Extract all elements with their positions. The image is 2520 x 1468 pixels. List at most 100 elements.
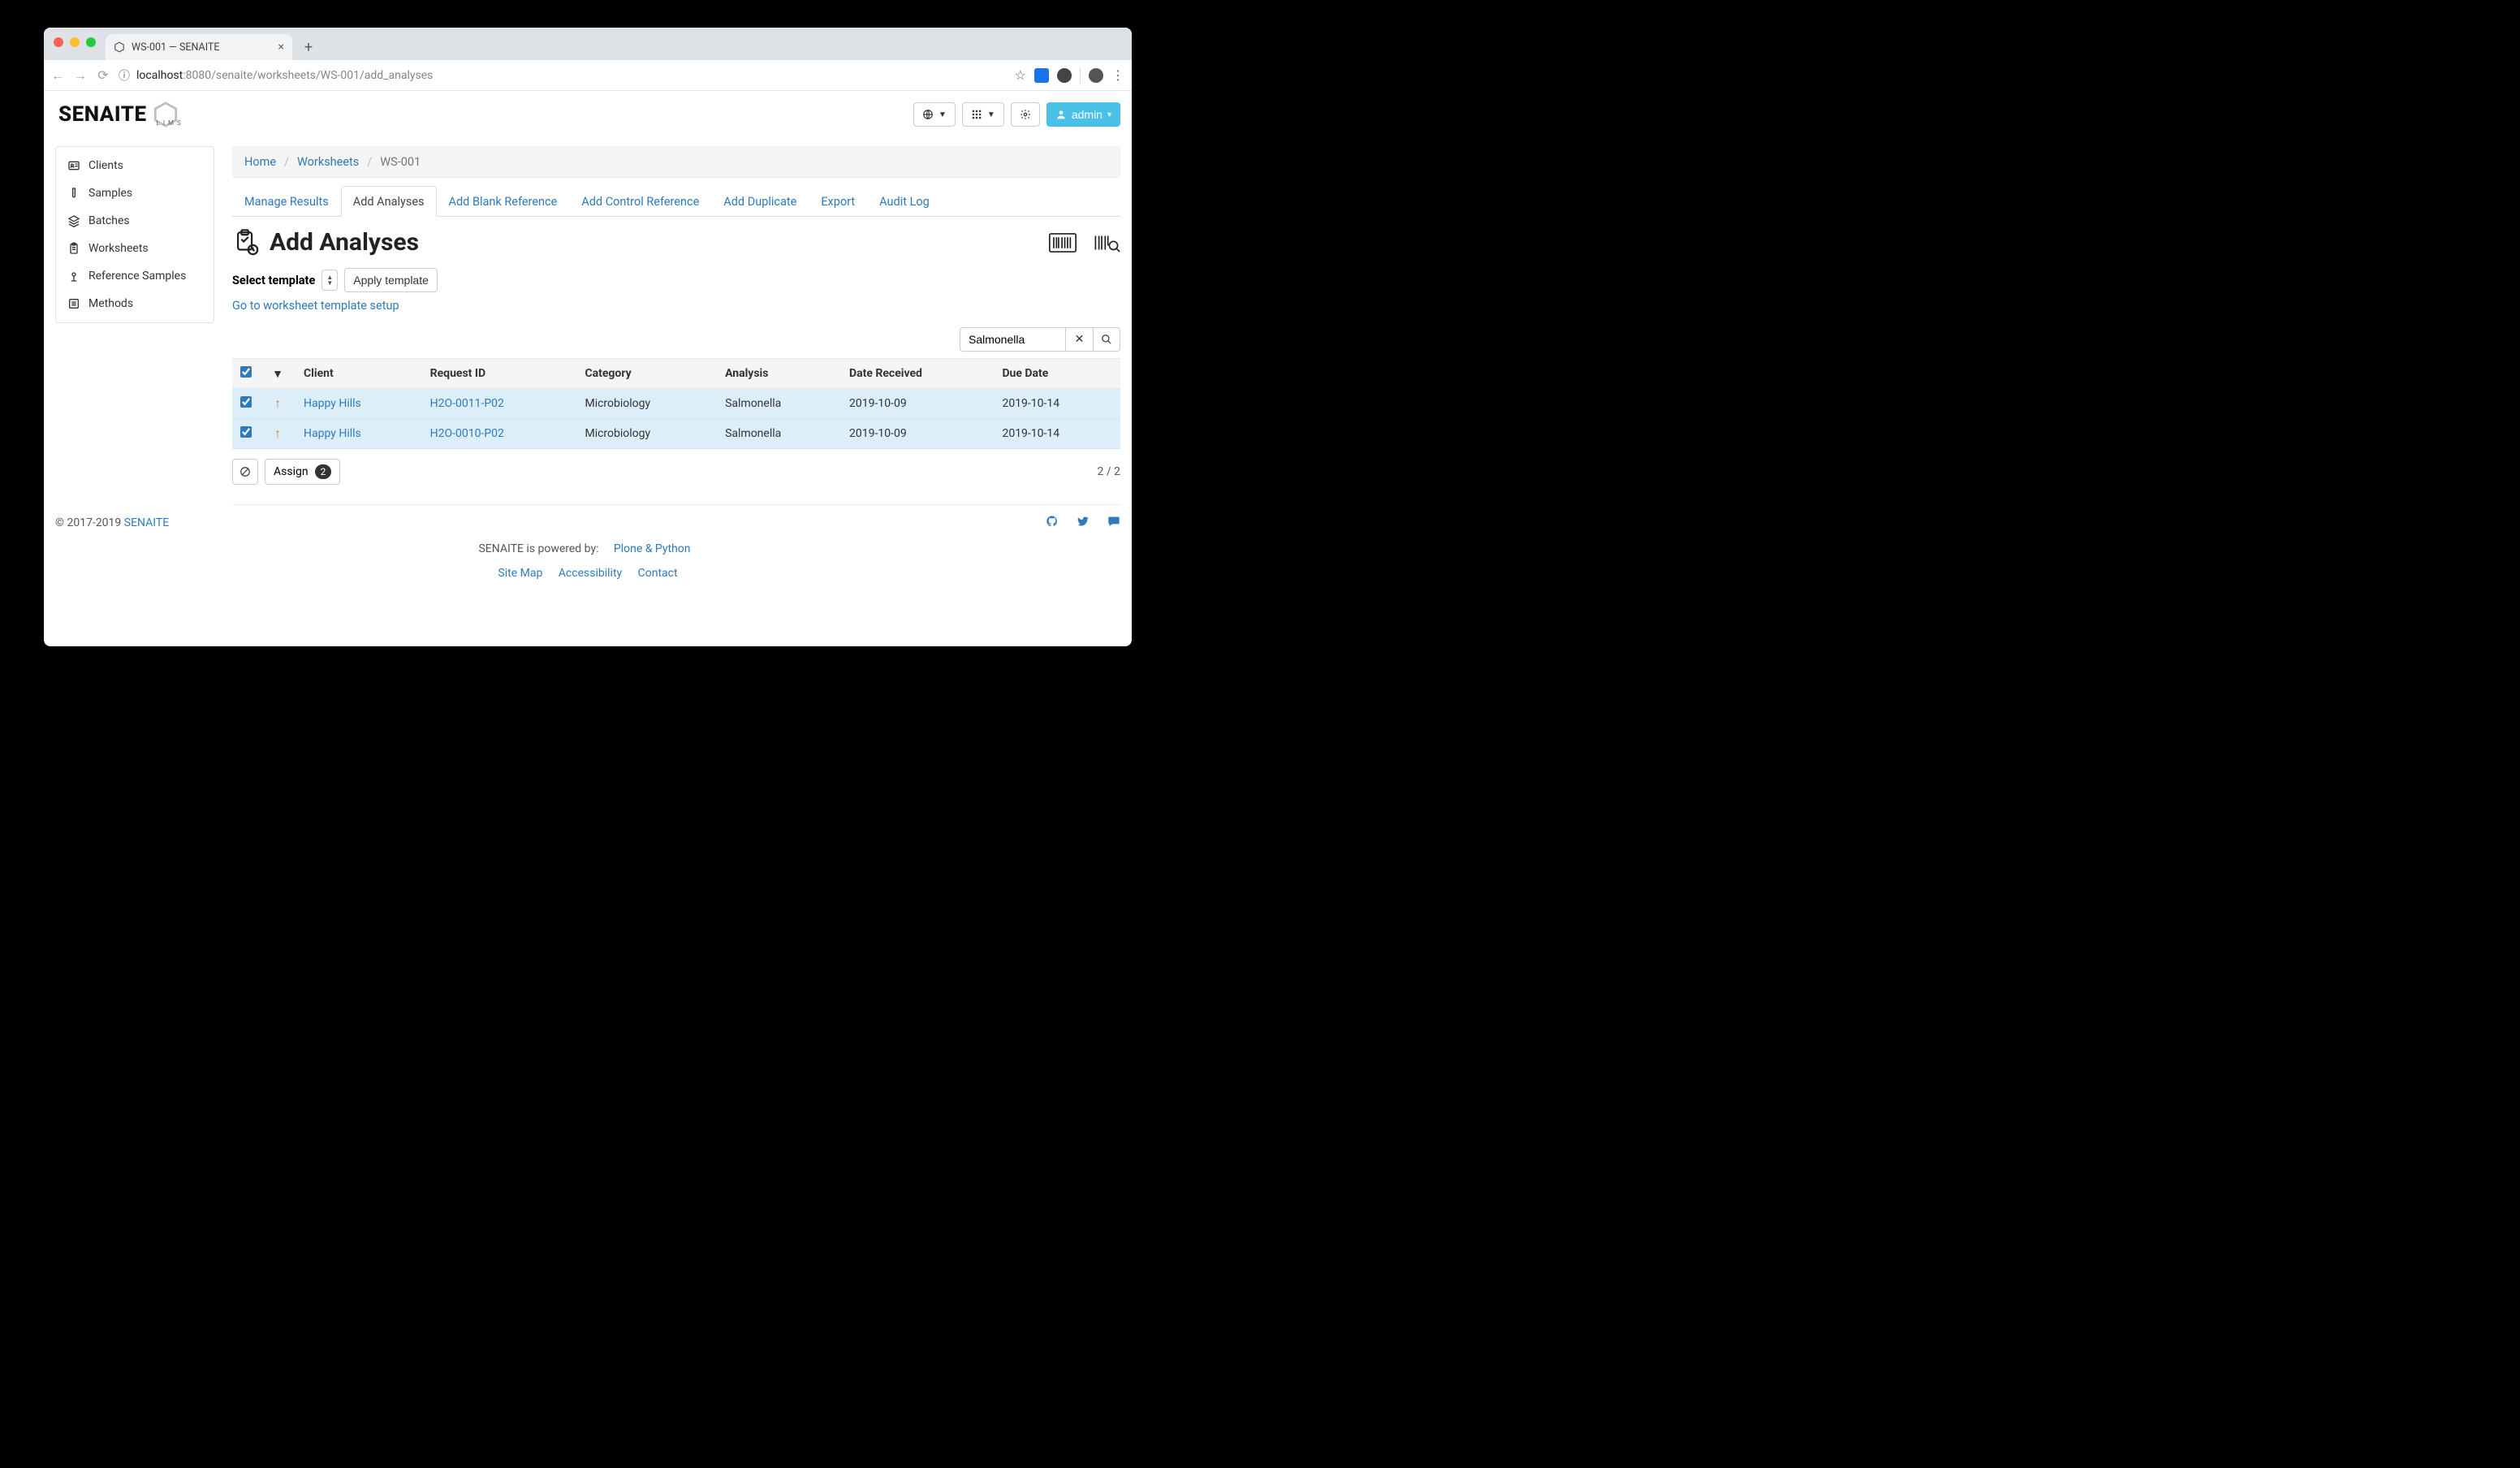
profile-avatar-icon[interactable] bbox=[1089, 68, 1103, 83]
nav-batches[interactable]: Batches bbox=[56, 207, 214, 235]
request-link[interactable]: H2O-0010-P02 bbox=[430, 427, 504, 440]
page-heading-row: Add Analyses bbox=[232, 228, 1120, 257]
list-icon bbox=[67, 297, 80, 310]
nav-methods[interactable]: Methods bbox=[56, 290, 214, 317]
extension-icon[interactable] bbox=[1057, 68, 1072, 83]
pin-icon bbox=[67, 270, 80, 283]
tab-manage-results[interactable]: Manage Results bbox=[232, 186, 341, 217]
breadcrumb-separator: / bbox=[367, 155, 372, 169]
analyses-table: ▼ Client Request ID Category Analysis Da… bbox=[232, 358, 1120, 449]
site-info-icon[interactable]: ⓘ bbox=[119, 67, 130, 84]
received-header[interactable]: Date Received bbox=[841, 359, 994, 389]
analysis-header[interactable]: Analysis bbox=[717, 359, 841, 389]
vial-icon bbox=[67, 187, 80, 200]
extension-icon[interactable] bbox=[1034, 68, 1049, 83]
sitemap-link[interactable]: Site Map bbox=[498, 567, 542, 580]
search-input[interactable] bbox=[960, 327, 1065, 352]
new-tab-button[interactable]: + bbox=[297, 36, 320, 58]
search-group: ✕ bbox=[960, 327, 1120, 352]
breadcrumb-worksheets[interactable]: Worksheets bbox=[297, 155, 359, 169]
contact-link[interactable]: Contact bbox=[638, 567, 678, 580]
window-controls bbox=[54, 37, 96, 47]
apps-button[interactable]: ▼ bbox=[962, 102, 1004, 127]
nav-label: Samples bbox=[88, 187, 132, 200]
chat-link[interactable] bbox=[1107, 515, 1120, 531]
back-icon[interactable]: ← bbox=[50, 67, 65, 84]
tab-add-analyses[interactable]: Add Analyses bbox=[341, 186, 437, 217]
copyright-text: © 2017-2019 bbox=[55, 516, 124, 529]
footer-brand-link[interactable]: SENAITE bbox=[124, 516, 169, 529]
analysis-cell: Salmonella bbox=[717, 419, 841, 449]
category-cell: Microbiology bbox=[576, 389, 717, 419]
url-path: /senaite/worksheets/WS-001/add_analyses bbox=[211, 69, 433, 82]
maximize-window-icon[interactable] bbox=[86, 37, 96, 47]
search-button[interactable] bbox=[1093, 327, 1120, 352]
priority-up-icon: ↑ bbox=[274, 425, 281, 441]
apply-template-button[interactable]: Apply template bbox=[344, 268, 438, 292]
breadcrumb-home[interactable]: Home bbox=[244, 155, 276, 169]
settings-button[interactable] bbox=[1011, 102, 1040, 127]
row-checkbox[interactable] bbox=[240, 396, 252, 408]
request-header[interactable]: Request ID bbox=[422, 359, 577, 389]
plone-link[interactable]: Plone & Python bbox=[614, 542, 691, 555]
clear-selection-button[interactable] bbox=[232, 459, 258, 485]
cancel-icon bbox=[239, 466, 251, 477]
user-menu-button[interactable]: admin ▾ bbox=[1046, 102, 1120, 127]
bookmark-icon[interactable]: ☆ bbox=[1015, 67, 1026, 83]
sort-header[interactable]: ▼ bbox=[260, 359, 296, 389]
client-link[interactable]: Happy Hills bbox=[304, 427, 361, 440]
content-tabs: Manage Results Add Analyses Add Blank Re… bbox=[232, 186, 1120, 217]
barcode-search-icon[interactable] bbox=[1093, 232, 1120, 253]
browser-menu-icon[interactable]: ⋮ bbox=[1111, 67, 1125, 83]
barcode-icon[interactable] bbox=[1049, 232, 1077, 253]
category-header[interactable]: Category bbox=[576, 359, 717, 389]
tab-add-duplicate[interactable]: Add Duplicate bbox=[711, 186, 809, 217]
tab-audit-log[interactable]: Audit Log bbox=[867, 186, 942, 217]
due-header[interactable]: Due Date bbox=[994, 359, 1120, 389]
forward-icon[interactable]: → bbox=[73, 67, 88, 84]
select-all-checkbox[interactable] bbox=[240, 366, 252, 378]
main-content: Home / Worksheets / WS-001 Manage Result… bbox=[232, 146, 1120, 515]
reload-icon[interactable]: ⟳ bbox=[96, 67, 110, 83]
nav-worksheets[interactable]: Worksheets bbox=[56, 235, 214, 262]
client-header[interactable]: Client bbox=[296, 359, 422, 389]
footer: © 2017-2019 SENAITE SENAITE is powered b… bbox=[55, 515, 1120, 580]
paging-label: 2 / 2 bbox=[1098, 465, 1120, 478]
tab-add-blank-reference[interactable]: Add Blank Reference bbox=[437, 186, 570, 217]
nav-clients[interactable]: Clients bbox=[56, 152, 214, 179]
close-tab-icon[interactable]: × bbox=[278, 41, 284, 54]
app-logo[interactable]: SENAITE LIMS bbox=[55, 101, 212, 128]
row-checkbox[interactable] bbox=[240, 426, 252, 438]
template-setup-link[interactable]: Go to worksheet template setup bbox=[232, 299, 399, 313]
nav-reference-samples[interactable]: Reference Samples bbox=[56, 262, 214, 290]
assign-button[interactable]: Assign 2 bbox=[265, 459, 340, 485]
due-cell: 2019-10-14 bbox=[994, 389, 1120, 419]
client-link[interactable]: Happy Hills bbox=[304, 397, 361, 410]
assign-count-badge: 2 bbox=[315, 464, 332, 479]
favicon-icon bbox=[114, 41, 125, 53]
accessibility-link[interactable]: Accessibility bbox=[559, 567, 622, 580]
analysis-cell: Salmonella bbox=[717, 389, 841, 419]
clear-search-button[interactable]: ✕ bbox=[1065, 327, 1093, 352]
social-links bbox=[1046, 515, 1120, 531]
minimize-window-icon[interactable] bbox=[70, 37, 80, 47]
address-bar[interactable]: ⓘ localhost:8080/senaite/worksheets/WS-0… bbox=[119, 67, 1007, 84]
received-cell: 2019-10-09 bbox=[841, 419, 994, 449]
nav-label: Methods bbox=[88, 297, 133, 310]
tab-add-control-reference[interactable]: Add Control Reference bbox=[569, 186, 711, 217]
app-header: SENAITE LIMS ▼ ▼ admin bbox=[55, 96, 1120, 132]
request-link[interactable]: H2O-0011-P02 bbox=[430, 397, 504, 410]
twitter-link[interactable] bbox=[1077, 515, 1090, 531]
browser-tab[interactable]: WS-001 — SENAITE × bbox=[106, 34, 292, 60]
close-window-icon[interactable] bbox=[54, 37, 63, 47]
id-card-icon bbox=[67, 159, 80, 172]
github-link[interactable] bbox=[1046, 515, 1059, 531]
priority-up-icon: ↑ bbox=[274, 395, 281, 411]
nav-samples[interactable]: Samples bbox=[56, 179, 214, 207]
language-button[interactable]: ▼ bbox=[913, 102, 956, 127]
user-label: admin bbox=[1072, 108, 1102, 121]
search-row: ✕ bbox=[232, 327, 1120, 352]
tab-export[interactable]: Export bbox=[809, 186, 867, 217]
template-select[interactable]: ▲▼ bbox=[321, 270, 338, 291]
user-icon bbox=[1055, 109, 1067, 120]
